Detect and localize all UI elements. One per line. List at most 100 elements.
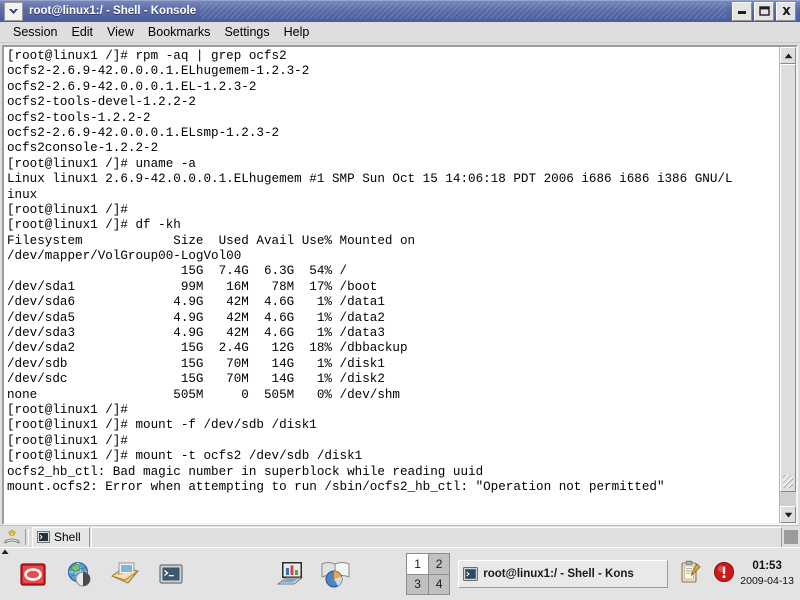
session-tab-label: Shell (54, 530, 81, 544)
desktop-2[interactable]: 2 (428, 554, 450, 574)
terminal-line: 15G 7.4G 6.3G 54% / (7, 264, 348, 279)
close-icon (782, 7, 790, 15)
panel-clock[interactable]: 01:53 2009-04-13 (740, 559, 800, 589)
desktop-3[interactable]: 3 (407, 574, 428, 594)
arrow-up-icon (784, 53, 792, 58)
clock-date: 2009-04-13 (740, 575, 794, 587)
terminal-line: ocfs2-2.6.9-42.0.0.0.1.ELhugemem-1.2.3-2 (7, 64, 310, 79)
chevron-down-icon (9, 8, 18, 14)
minimize-icon (738, 11, 746, 14)
menu-settings[interactable]: Settings (217, 23, 276, 41)
presentation-launcher[interactable] (321, 558, 353, 590)
terminal-line: Linux linux1 2.6.9-42.0.0.0.1.ELhugemem … (7, 172, 733, 187)
taskbar-panel: 1 2 3 4 root@linux1:/ - Shell - Kons 01:… (0, 547, 800, 600)
scrollbar-thumb[interactable] (780, 64, 796, 492)
spreadsheet-launcher[interactable] (275, 558, 307, 590)
close-button[interactable] (776, 1, 796, 21)
terminal-line: [root@linux1 /]# (7, 433, 128, 448)
clipboard-icon (681, 560, 701, 583)
panel-hide-handle[interactable] (0, 547, 9, 600)
menu-view[interactable]: View (100, 23, 141, 41)
menu-session[interactable]: Session (6, 23, 64, 41)
maximize-button[interactable] (754, 1, 774, 21)
window-title: root@linux1:/ - Shell - Konsole (29, 5, 197, 17)
maximize-icon (758, 6, 770, 16)
scrollbar-track-below[interactable] (780, 492, 796, 506)
alert-icon (714, 561, 735, 582)
terminal-line: /dev/sda3 4.9G 42M 4.6G 1% /data3 (7, 326, 385, 341)
chart-icon (276, 562, 304, 585)
terminal-icon (159, 564, 183, 584)
terminal-line: /dev/sdb 15G 70M 14G 1% /disk1 (7, 356, 385, 371)
task-button-label: root@linux1:/ - Shell - Kons (483, 568, 634, 580)
oracle-icon (20, 563, 46, 586)
desktop-4[interactable]: 4 (428, 574, 450, 594)
desktop-pager[interactable]: 1 2 3 4 (406, 553, 451, 595)
terminal-frame: [root@linux1 /]# rpm -aq | grep ocfs2 ocf… (2, 45, 798, 525)
tabbar-empty-area[interactable] (90, 526, 782, 548)
browser-launcher[interactable] (63, 558, 95, 590)
task-list: root@linux1:/ - Shell - Kons (458, 560, 669, 588)
scrollbar-up-button[interactable] (780, 47, 796, 64)
terminal-line: /dev/sda1 99M 16M 78M 17% /boot (7, 279, 378, 294)
menubar: Session Edit View Bookmarks Settings Hel… (0, 22, 800, 43)
window-menu-button[interactable] (4, 1, 23, 21)
terminal-line: /dev/sdc 15G 70M 14G 1% /disk2 (7, 372, 385, 387)
terminal-line: mount.ocfs2: Error when attempting to ru… (7, 479, 665, 494)
scrollbar-track[interactable] (780, 64, 796, 506)
arrow-down-icon (784, 512, 792, 517)
terminal-line: ocfs2-2.6.9-42.0.0.0.1.ELsmp-1.2.3-2 (7, 125, 280, 140)
terminal-line: [root@linux1 /]# uname -a (7, 156, 196, 171)
terminal-output[interactable]: [root@linux1 /]# rpm -aq | grep ocfs2 ocf… (4, 47, 779, 523)
globe-icon (67, 561, 91, 587)
terminal-line: ocfs2-tools-devel-1.2.2-2 (7, 95, 196, 110)
terminal-line: ocfs2console-1.2.2-2 (7, 141, 159, 156)
terminal-line: ocfs2_hb_ctl: Bad magic number in superb… (7, 464, 484, 479)
menu-edit[interactable]: Edit (64, 23, 100, 41)
alert-button[interactable] (712, 560, 736, 589)
konsole-window: root@linux1:/ - Shell - Konsole Session … (0, 0, 800, 548)
mail-launcher[interactable] (109, 558, 141, 590)
terminal-line: /dev/mapper/VolGroup00-LogVol00 (7, 249, 242, 264)
terminal-line: Filesystem Size Used Avail Use% Mounted … (7, 233, 416, 248)
klipper-button[interactable] (680, 560, 702, 589)
titlebar-filler (200, 3, 726, 19)
arrow-up-icon (1, 549, 8, 554)
terminal-line: ocfs2-2.6.9-42.0.0.0.1.EL-1.2.3-2 (7, 79, 257, 94)
terminal-line: [root@linux1 /]# (7, 202, 128, 217)
terminal-line: [root@linux1 /]# df -kh (7, 218, 181, 233)
terminal-scrollbar[interactable] (779, 47, 796, 523)
terminal-launcher[interactable] (155, 558, 187, 590)
session-tabbar: Shell (0, 525, 800, 548)
menu-bookmarks[interactable]: Bookmarks (141, 23, 218, 41)
terminal-area: [root@linux1 /]# rpm -aq | grep ocfs2 ocf… (0, 43, 800, 525)
terminal-line: [root@linux1 /]# mount -t ocfs2 /dev/sdb… (7, 449, 363, 464)
mail-icon (111, 562, 139, 584)
system-tray (680, 560, 740, 589)
desktop-1[interactable]: 1 (407, 554, 428, 574)
terminal-line: /dev/sda5 4.9G 42M 4.6G 1% /data2 (7, 310, 385, 325)
presentation-icon (321, 562, 350, 588)
tabbar-separator (25, 529, 29, 545)
quick-launch-bar (9, 558, 353, 590)
terminal-line: [root@linux1 /]# mount -f /dev/sdb /disk… (7, 418, 317, 433)
terminal-line: [root@linux1 /]# rpm -aq | grep ocfs2 (7, 49, 287, 63)
menu-help[interactable]: Help (277, 23, 317, 41)
oracle-launcher[interactable] (17, 558, 49, 590)
new-session-icon (4, 529, 20, 544)
session-tab-shell[interactable]: Shell (32, 526, 90, 548)
window-titlebar[interactable]: root@linux1:/ - Shell - Konsole (0, 0, 800, 22)
task-button-konsole[interactable]: root@linux1:/ - Shell - Kons (458, 560, 669, 588)
terminal-line: none 505M 0 505M 0% /dev/shm (7, 387, 400, 402)
clock-time: 01:53 (752, 560, 782, 572)
terminal-line: [root@linux1 /]# (7, 402, 128, 417)
window-resize-grip[interactable] (784, 530, 798, 544)
scrollbar-down-button[interactable] (780, 506, 796, 523)
terminal-line: /dev/sda2 15G 2.4G 12G 18% /dbbackup (7, 341, 408, 356)
terminal-icon (37, 531, 50, 543)
terminal-line: /dev/sda6 4.9G 42M 4.6G 1% /data1 (7, 295, 385, 310)
desktop: root@linux1:/ - Shell - Konsole Session … (0, 0, 800, 600)
minimize-button[interactable] (732, 1, 752, 21)
new-session-button[interactable] (2, 528, 22, 547)
terminal-icon (463, 567, 479, 581)
